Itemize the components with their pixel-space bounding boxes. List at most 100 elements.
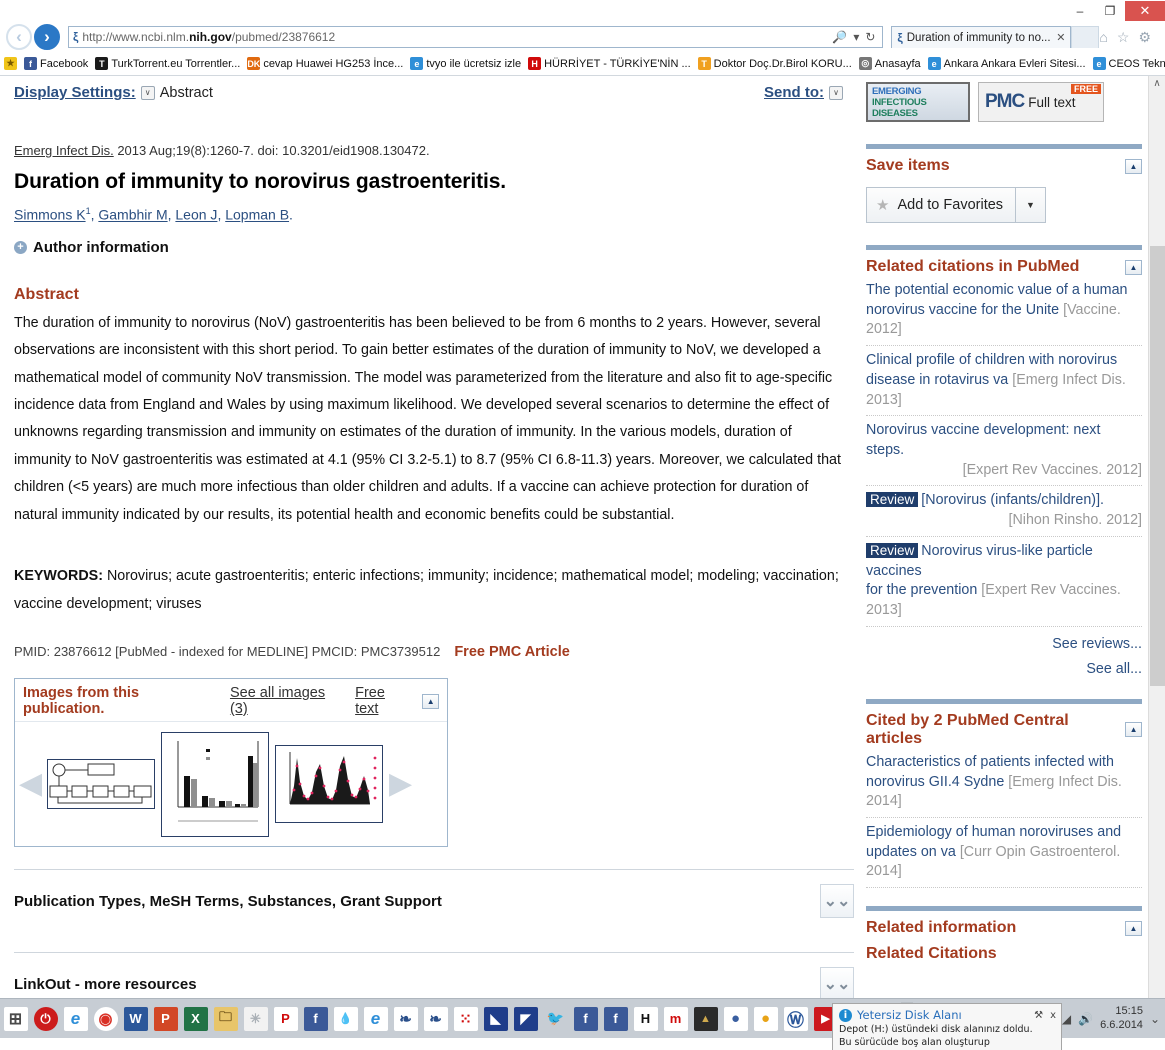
section-publication-types[interactable]: Publication Types, MeSH Terms, Substance… <box>14 869 854 930</box>
favorites-star-icon[interactable]: ☆ <box>1117 29 1130 46</box>
address-dropdown-icon[interactable]: ▾ <box>853 30 859 44</box>
taskbar-item-facebook-2[interactable]: f <box>571 1001 600 1037</box>
cited-by-item[interactable]: Epidemiology of human noroviruses and up… <box>866 818 1142 889</box>
tools-gear-icon[interactable]: ⚙ <box>1138 29 1151 46</box>
taskbar-item-blue-app-2[interactable]: ◤ <box>511 1001 540 1037</box>
taskbar-item-red-dots-app[interactable]: ⁙ <box>451 1001 480 1037</box>
bookmark-item[interactable]: ◎ Anasayfa <box>858 57 921 70</box>
cited-by-item[interactable]: Characteristics of patients infected wit… <box>866 748 1142 818</box>
related-citation-item[interactable]: Clinical profile of children with norovi… <box>866 346 1142 417</box>
taskbar-item-asterisk-app[interactable]: ✳ <box>241 1001 270 1037</box>
taskbar-item-leaf-app-2[interactable]: ❧ <box>421 1001 450 1037</box>
taskbar-item-file-explorer[interactable]: 🗀 <box>211 1001 240 1037</box>
images-panel-collapse-icon[interactable]: ▲ <box>422 693 439 709</box>
bookmark-item[interactable]: DK cevap Huawei HG253 İnce... <box>247 57 403 70</box>
home-icon[interactable]: ⌂ <box>1099 29 1107 46</box>
taskbar-item-excel[interactable]: X <box>181 1001 210 1037</box>
bookmark-item[interactable]: e Ankara Ankara Evleri Sitesi... <box>927 57 1086 70</box>
bookmark-item[interactable]: T TurkTorrent.eu Torrentler... <box>95 57 240 70</box>
figure-thumbnail-2[interactable] <box>161 731 269 837</box>
taskbar-item-word[interactable]: W <box>121 1001 150 1037</box>
minimize-button[interactable]: – <box>1065 1 1095 21</box>
taskbar-item-google-chrome[interactable]: ◉ <box>91 1001 120 1037</box>
taskbar-item-twitter[interactable]: 🐦 <box>541 1001 570 1037</box>
related-information-collapse-icon[interactable]: ▲ <box>1125 920 1142 936</box>
see-reviews-link[interactable]: See reviews... <box>866 627 1142 652</box>
forward-button-icon[interactable]: › <box>34 24 60 50</box>
taskbar-item-dark-app[interactable]: ▲ <box>691 1001 720 1037</box>
related-citation-item[interactable]: Norovirus vaccine development: next step… <box>866 416 1142 487</box>
taskbar-item-powerpoint[interactable]: P <box>151 1001 180 1037</box>
taskbar-item-milliyet[interactable]: m <box>661 1001 690 1037</box>
journal-name-link[interactable]: Emerg Infect Dis. <box>14 143 114 158</box>
chevron-double-down-icon[interactable]: ⌄⌄ <box>820 884 854 919</box>
taskbar-item-blue-app[interactable]: ◣ <box>481 1001 510 1037</box>
volume-icon[interactable]: 🔊 <box>1078 1012 1093 1026</box>
address-bar[interactable]: ξ http://www.ncbi.nlm.nih.gov/pubmed/238… <box>68 26 884 48</box>
bookmark-item[interactable]: f Facebook <box>24 57 88 70</box>
page-scrollbar[interactable]: ∧ <box>1148 76 1165 998</box>
see-all-link[interactable]: See all... <box>866 652 1142 677</box>
related-citations-collapse-icon[interactable]: ▲ <box>1125 259 1142 275</box>
maximize-button[interactable]: ❐ <box>1095 1 1125 21</box>
author-information-toggle[interactable]: + Author information <box>14 239 848 256</box>
start-button[interactable]: ⊞ <box>1 1001 30 1037</box>
show-desktop-icon[interactable]: ⌄ <box>1150 1012 1160 1026</box>
send-to-control[interactable]: Send to: ∨ <box>764 84 848 101</box>
send-to-chevron-down-icon[interactable]: ∨ <box>829 85 843 100</box>
pmc-full-text-button[interactable]: PMC Full text FREE <box>978 82 1104 122</box>
related-citation-item[interactable]: Review [Norovirus (infants/children)]. [N… <box>866 486 1142 537</box>
taskbar-item-internet-explorer[interactable]: e <box>61 1001 90 1037</box>
taskbar-item-facebook[interactable]: f <box>301 1001 330 1037</box>
taskbar-item-leaf-app[interactable]: ❧ <box>391 1001 420 1037</box>
emerging-infectious-diseases-logo[interactable]: EMERGING INFECTIOUS DISEASES <box>866 82 970 122</box>
add-to-favorites-dropdown-icon[interactable]: ▼ <box>1015 188 1045 222</box>
section-linkout[interactable]: LinkOut - more resources ⌄⌄ <box>14 952 854 998</box>
figure-thumbnail-3[interactable] <box>275 745 383 824</box>
free-pmc-article-link[interactable]: Free PMC Article <box>454 644 570 660</box>
cited-by-collapse-icon[interactable]: ▲ <box>1125 722 1142 738</box>
scroll-up-arrow-icon[interactable]: ∧ <box>1153 76 1160 91</box>
author-link[interactable]: Lopman B <box>225 207 289 223</box>
figure-thumbnail-1[interactable] <box>47 759 155 810</box>
taskbar-item-power-shutdown[interactable]: ⏻ <box>31 1001 60 1037</box>
bookmark-item[interactable]: eCEOS Teknoloji Personel ... <box>1092 57 1165 70</box>
close-button[interactable]: ✕ <box>1125 0 1165 21</box>
bookmark-item[interactable]: e tvyo ile ücretsiz izle <box>410 57 521 70</box>
scrollbar-thumb[interactable] <box>1150 246 1165 686</box>
taskbar-item-orange-circle-app[interactable]: ● <box>751 1001 780 1037</box>
see-all-images-link[interactable]: See all images (3) <box>230 685 343 717</box>
browser-tab[interactable]: ξ Duration of immunity to no... ✕ <box>891 26 1072 48</box>
bookmark-item[interactable]: H HÜRRİYET - TÜRKİYE'NİN ... <box>528 57 691 70</box>
display-settings-link[interactable]: Display Settings: <box>14 84 136 101</box>
images-next-arrow-icon[interactable]: ▶ <box>389 769 412 799</box>
add-to-favorites-main[interactable]: ★ Add to Favorites <box>867 188 1015 222</box>
author-link[interactable]: Gambhir M <box>98 207 167 223</box>
author-link[interactable]: Leon J <box>175 207 217 223</box>
refresh-icon[interactable]: ↻ <box>865 30 875 44</box>
taskbar-item-water-drop-app[interactable]: 💧 <box>331 1001 360 1037</box>
network-icon[interactable]: ◢ <box>1062 1012 1071 1026</box>
address-search-icon[interactable]: 🔎 <box>832 30 847 44</box>
bookmark-manager-icon[interactable]: ★ <box>4 57 17 70</box>
taskbar-item-hurriyet[interactable]: H <box>631 1001 660 1037</box>
send-to-link[interactable]: Send to: <box>764 84 824 101</box>
add-to-favorites-button[interactable]: ★ Add to Favorites ▼ <box>866 187 1046 223</box>
save-items-collapse-icon[interactable]: ▲ <box>1125 158 1142 174</box>
taskbar-item-paltalk[interactable]: P <box>271 1001 300 1037</box>
taskbar-item-blue-sphere-app[interactable]: ● <box>721 1001 750 1037</box>
chevron-double-down-icon[interactable]: ⌄⌄ <box>820 967 854 998</box>
new-tab-button[interactable] <box>1071 26 1100 48</box>
related-citation-item[interactable]: Review Norovirus virus-like particle vacc… <box>866 537 1142 627</box>
clock[interactable]: 15:15 6.6.2014 <box>1100 1005 1143 1033</box>
images-prev-arrow-icon[interactable]: ◀ <box>19 769 42 799</box>
free-text-link[interactable]: Free text <box>355 685 410 717</box>
back-button-icon[interactable]: ‹ <box>6 24 32 50</box>
disk-space-notification[interactable]: i Yetersiz Disk Alanı ⚒ x Depot (H:) üst… <box>832 1003 1062 1050</box>
author-link[interactable]: Simmons K <box>14 207 86 223</box>
taskbar-item-word-circle-app[interactable]: Ⓦ <box>781 1001 810 1037</box>
taskbar-item-internet-explorer-2[interactable]: e <box>361 1001 390 1037</box>
notification-close-icon[interactable]: x <box>1050 1010 1056 1021</box>
tab-close-icon[interactable]: ✕ <box>1056 31 1065 44</box>
notification-settings-icon[interactable]: ⚒ <box>1034 1010 1043 1021</box>
